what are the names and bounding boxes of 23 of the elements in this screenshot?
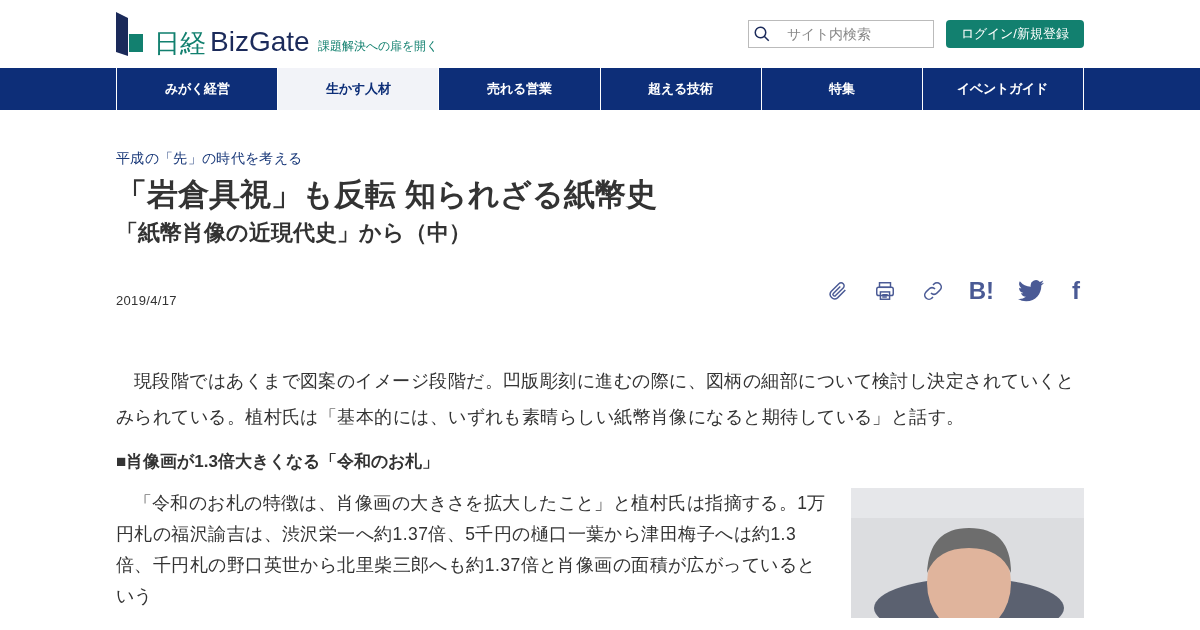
search-field[interactable]: サイト内検索: [748, 20, 934, 48]
hatena-bookmark-button[interactable]: B!: [968, 278, 994, 303]
article-title: 「岩倉具視」も反転 知られざる紙幣史: [116, 176, 658, 214]
body-paragraph: 現段階ではあくまで図案のイメージ段階だ。凹版彫刻に進むの際に、図柄の細部について検討し決定されていくとみられている。植村氏は「基本的には、いずれも素晴らしい紙幣肖像になると期待している」と話す。: [116, 369, 1076, 429]
login-button[interactable]: ログイン/新規登録: [946, 20, 1084, 48]
nav-tab[interactable]: 超える技術: [600, 68, 762, 110]
nav-tab[interactable]: 生かす人材: [278, 68, 440, 110]
door-logo-icon: [116, 12, 146, 56]
nav-tab[interactable]: 売れる営業: [439, 68, 601, 110]
logo-brand: 日経: [154, 30, 206, 56]
nav-tab[interactable]: 特集: [761, 68, 923, 110]
article-subtitle: 「紙幣肖像の近現代史」から（中）: [116, 219, 472, 247]
logo-tagline: 課題解決への扉を開く: [317, 38, 438, 55]
bird-icon[interactable]: [1018, 279, 1044, 302]
section-heading: ■肖像画が1.3倍大きくなる「令和のお札」: [116, 450, 440, 473]
nav-tab[interactable]: イベントガイド: [922, 68, 1085, 110]
logo-name: BizGate: [210, 28, 310, 56]
facebook-button[interactable]: f: [1068, 278, 1084, 303]
body-paragraph: 「令和のお札の特徴は、肖像画の大きさを拡大したこと」と植村氏は指摘する。1万円札の福沢諭吉は、渋沢栄一へ約1.37倍、5千円の樋口一葉から津田梅子へは約1.3倍、千円札の野口英世から北里柴三郎へも約1.37倍と肖像画の面積が広がっているという: [116, 492, 826, 608]
series-link[interactable]: 平成の「先」の時代を考える: [116, 148, 1084, 169]
publish-date: 2019/4/17: [116, 292, 177, 310]
search-icon: [753, 25, 771, 43]
paperclip-icon[interactable]: [826, 279, 849, 302]
